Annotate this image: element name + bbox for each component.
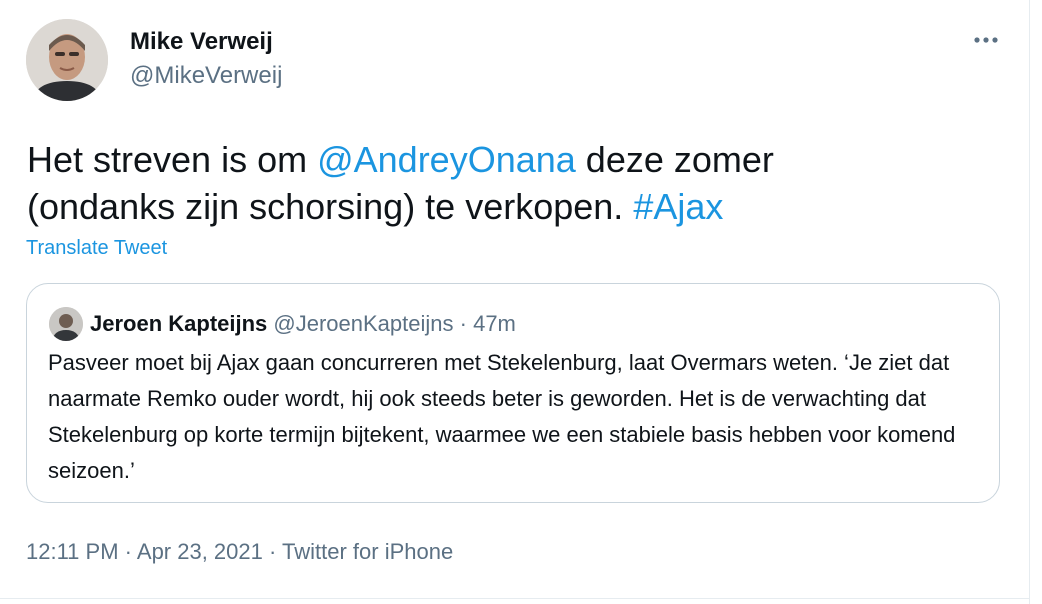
quote-separator: · [453,311,474,336]
divider [0,598,1030,599]
quote-author-handle: @JeroenKapteijns [273,311,454,336]
meta-separator-1: · [118,539,137,564]
quote-text: Pasveer moet bij Ajax gaan concurreren m… [48,350,956,483]
scrollbar-track [1029,0,1042,604]
more-options-button[interactable] [966,24,1006,56]
translate-tweet-link[interactable]: Translate Tweet [26,235,167,261]
mention-link[interactable]: @AndreyOnana [317,139,576,180]
more-horizontal-icon [974,37,998,43]
person-avatar-icon [49,307,83,341]
tweet-date[interactable]: Apr 23, 2021 [137,539,263,564]
tweet-text-part1: Het streven is om [27,139,318,180]
quote-author-avatar [49,307,83,341]
quoted-tweet-card[interactable]: Jeroen Kapteijns @JeroenKapteijns · 47m … [26,283,1000,503]
quote-author-name: Jeroen Kapteijns [90,311,268,336]
author-handle[interactable]: @MikeVerweij [130,60,282,92]
tweet-time[interactable]: 12:11 PM [26,539,119,564]
person-avatar-icon [26,19,108,101]
quote-time: 47m [473,311,516,336]
tweet-meta: 12:11 PM · Apr 23, 2021 · Twitter for iP… [26,537,453,567]
author-avatar[interactable] [26,19,108,101]
quote-header: Jeroen Kapteijns @JeroenKapteijns · 47m [90,309,516,339]
author-name[interactable]: Mike Verweij [130,26,273,58]
tweet-text: Het streven is om @AndreyOnana deze zome… [27,136,927,230]
tweet-source[interactable]: Twitter for iPhone [282,539,453,564]
meta-separator-2: · [262,539,283,564]
hashtag-link[interactable]: #Ajax [633,186,723,227]
